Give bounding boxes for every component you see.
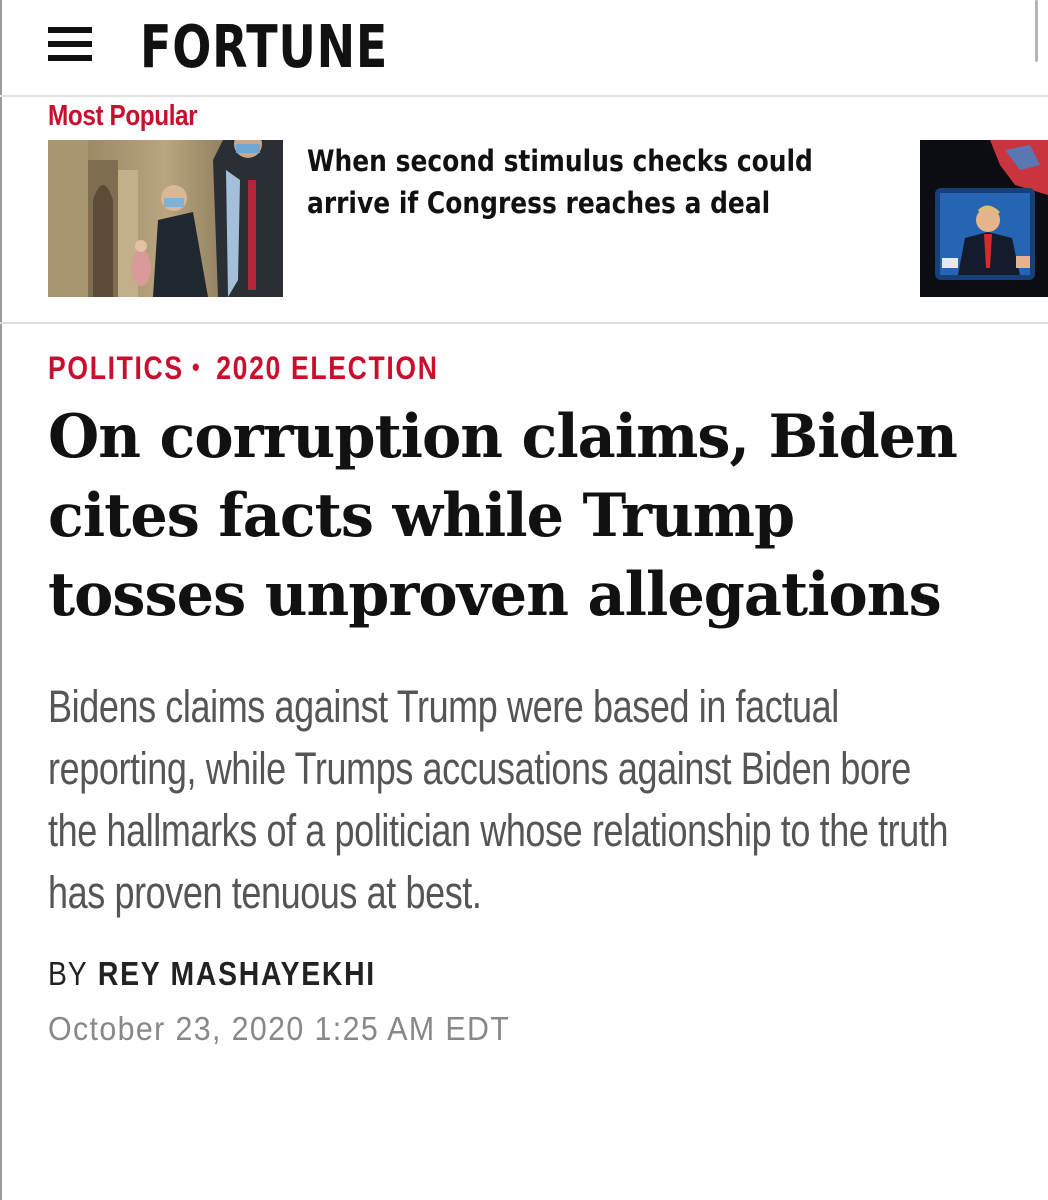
popular-item-thumbnail[interactable] <box>48 140 283 297</box>
menu-bar-middle <box>48 41 92 47</box>
author-link[interactable]: REY MASHAYEKHI <box>98 955 376 992</box>
menu-bar-bottom <box>48 55 92 61</box>
article-categories: POLITICS • 2020 ELECTION <box>48 350 439 387</box>
debate-tv-photo-icon <box>920 140 1048 297</box>
publish-date: October 23, 2020 1:25 AM EDT <box>48 1010 511 1047</box>
article-dek: Bidens claims against Trump were based i… <box>48 681 949 918</box>
site-logo[interactable]: FORTUNE <box>140 12 388 82</box>
article-headline: On corruption claims, Biden cites facts … <box>48 402 958 630</box>
popular-item-thumbnail-2[interactable] <box>920 140 1048 297</box>
category-link-politics[interactable]: POLITICS <box>48 350 184 386</box>
category-link-2020-election[interactable]: 2020 ELECTION <box>216 350 438 386</box>
hamburger-menu-icon[interactable] <box>48 27 92 61</box>
menu-bar-top <box>48 27 92 33</box>
byline: BY REY MASHAYEKHI <box>48 955 376 993</box>
site-header: FORTUNE <box>0 0 1048 97</box>
byline-prefix: BY <box>48 955 88 992</box>
most-popular-label: Most Popular <box>48 100 198 132</box>
most-popular-strip: Most Popular When second stimulus checks… <box>0 97 1048 324</box>
category-separator: • <box>192 352 202 382</box>
congress-hallway-photo-icon <box>48 140 283 297</box>
popular-item-headline[interactable]: When second stimulus checks could arrive… <box>307 140 823 224</box>
